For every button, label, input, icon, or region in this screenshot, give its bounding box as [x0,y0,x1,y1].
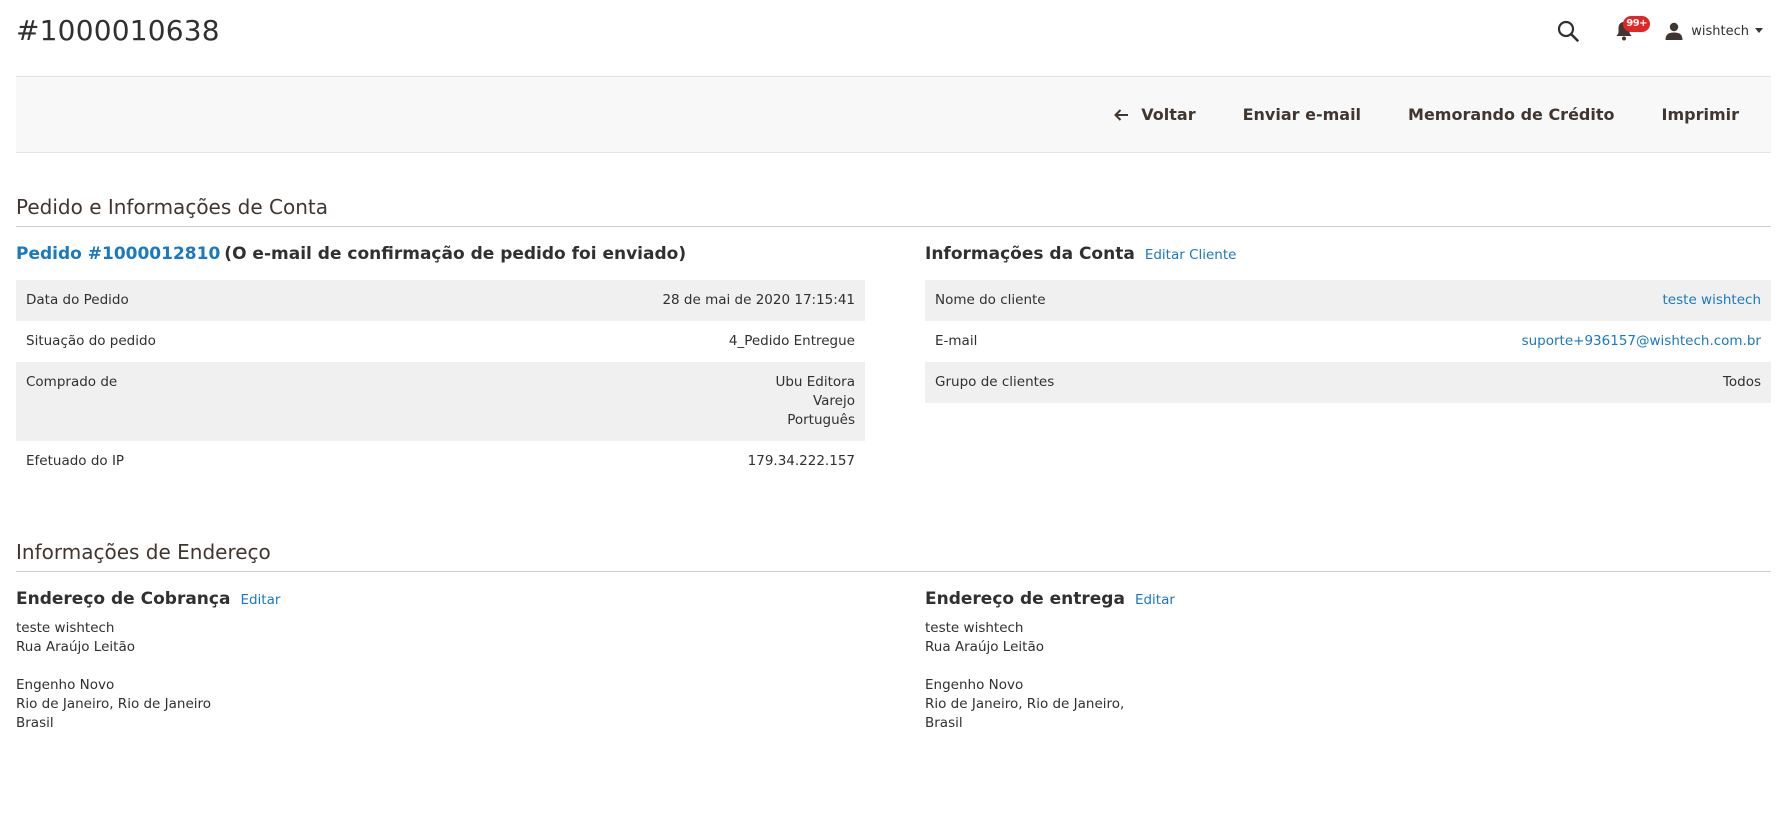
user-icon [1665,22,1683,40]
billing-address: Endereço de Cobrança Editar teste wishte… [16,589,865,733]
order-block-title: Pedido #1000012810 (O e-mail de confirma… [16,244,865,264]
store-view: Português [787,412,855,428]
billing-block-title: Endereço de Cobrança Editar [16,589,865,609]
address-line: Engenho Novo [16,677,115,693]
address-line: Brasil [925,715,963,731]
address-line: Brasil [16,715,54,731]
order-date-value: 28 de mai de 2020 17:15:41 [662,292,855,308]
send-email-button[interactable]: Enviar e-mail [1243,105,1361,124]
section-divider [16,571,1771,572]
edit-shipping-address-link[interactable]: Editar [1135,592,1175,608]
order-information: Pedido #1000012810 (O e-mail de confirma… [16,244,865,482]
address-line: Rua Araújo Leitão [925,639,1044,655]
caret-down-icon [1755,28,1763,33]
table-row: Situação do pedido 4_Pedido Entregue [16,321,865,362]
header-actions: 99+ wishtech [1553,16,1763,46]
customer-group-value: Todos [1722,374,1761,390]
placed-from-ip-label: Efetuado do IP [26,453,125,469]
arrow-left-icon [1114,108,1129,121]
account-info-table: Nome do cliente teste wishtech E-mail su… [925,280,1771,403]
email-label: E-mail [935,333,978,349]
address-line: teste wishtech [16,620,115,636]
back-button-label: Voltar [1141,105,1196,124]
user-menu[interactable]: wishtech [1665,22,1763,40]
page-title: #1000010638 [16,14,220,47]
billing-address-text: teste wishtech Rua Araújo Leitão Engenho… [16,619,865,733]
address-section-title: Informações de Endereço [16,540,271,564]
order-info-table: Data do Pedido 28 de mai de 2020 17:15:4… [16,280,865,482]
table-row: Efetuado do IP 179.34.222.157 [16,441,865,482]
notification-badge: 99+ [1623,16,1651,32]
order-status-label: Situação do pedido [26,333,156,349]
order-date-label: Data do Pedido [26,292,129,308]
account-block-title: Informações da Conta Editar Cliente [925,244,1771,264]
purchased-from-value: Ubu Editora Varejo Português [367,362,865,441]
table-row: Data do Pedido 28 de mai de 2020 17:15:4… [16,280,865,321]
customer-name-link[interactable]: teste wishtech [1663,292,1761,308]
order-account-section-title: Pedido e Informações de Conta [16,195,328,219]
address-line: Rio de Janeiro, Rio de Janeiro, [925,696,1125,712]
print-button[interactable]: Imprimir [1662,105,1740,124]
section-divider [16,226,1771,227]
purchased-from-label: Comprado de [26,374,118,390]
table-row: E-mail suporte+936157@wishtech.com.br [925,321,1771,362]
credit-memo-button[interactable]: Memorando de Crédito [1408,105,1614,124]
store-website: Ubu Editora [775,374,855,390]
notifications-button[interactable]: 99+ [1609,16,1651,46]
search-button[interactable] [1553,16,1583,46]
back-button[interactable]: Voltar [1114,105,1196,124]
address-line: Rua Araújo Leitão [16,639,135,655]
shipping-block-title: Endereço de entrega Editar [925,589,1771,609]
table-row: Grupo de clientes Todos [925,362,1771,403]
customer-name-label: Nome do cliente [935,292,1046,308]
account-title: Informações da Conta [925,244,1135,264]
shipping-address: Endereço de entrega Editar teste wishtec… [925,589,1771,733]
customer-email-link[interactable]: suporte+936157@wishtech.com.br [1522,333,1761,349]
address-line: Rio de Janeiro, Rio de Janeiro [16,696,212,712]
shipping-address-text: teste wishtech Rua Araújo Leitão Engenho… [925,619,1771,733]
edit-billing-address-link[interactable]: Editar [240,592,280,608]
account-information: Informações da Conta Editar Cliente Nome… [925,244,1771,403]
search-icon [1558,20,1580,42]
table-row: Comprado de Ubu Editora Varejo Português [16,362,865,441]
customer-group-label: Grupo de clientes [935,374,1055,390]
order-status-value: 4_Pedido Entregue [728,333,855,349]
edit-customer-link[interactable]: Editar Cliente [1145,247,1237,263]
address-line [925,657,1771,676]
address-line: teste wishtech [925,620,1024,636]
action-toolbar: Voltar Enviar e-mail Memorando de Crédit… [16,76,1771,153]
order-link[interactable]: Pedido #1000012810 [16,244,220,264]
shipping-address-title: Endereço de entrega [925,589,1125,609]
user-name: wishtech [1691,23,1749,39]
order-email-note: (O e-mail de confirmação de pedido foi e… [224,244,687,264]
store-name: Varejo [812,393,855,409]
address-line: Engenho Novo [925,677,1024,693]
billing-address-title: Endereço de Cobrança [16,589,231,609]
table-row: Nome do cliente teste wishtech [925,280,1771,321]
address-line [16,657,865,676]
placed-from-ip-value: 179.34.222.157 [747,453,855,469]
